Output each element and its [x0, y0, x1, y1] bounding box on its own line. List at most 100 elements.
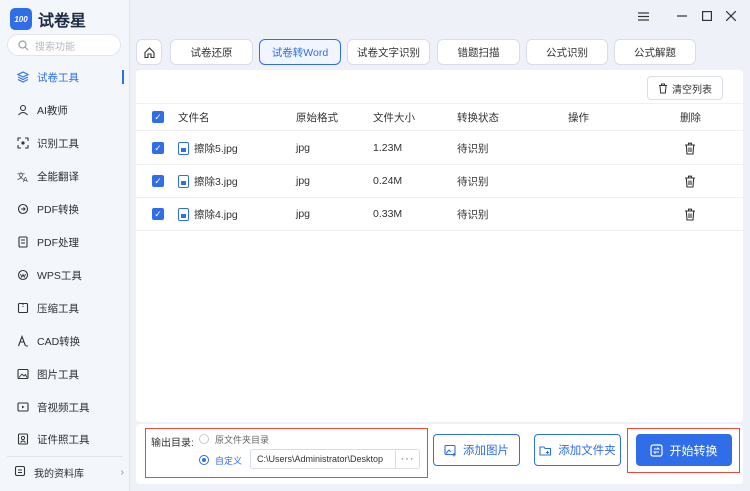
file-name: 擦除5.jpg — [194, 142, 238, 155]
menu-icon[interactable] — [633, 8, 653, 24]
radio-source-folder-label: 原文件夹目录 — [215, 435, 270, 445]
sidebar-item-label: CAD转换 — [37, 335, 81, 348]
chevron-right-icon: › — [120, 467, 124, 478]
sidebar-item-id-photo[interactable]: 证件照工具 — [0, 424, 130, 454]
header-status: 转换状态 — [457, 111, 499, 124]
library-icon — [14, 465, 26, 480]
file-name: 擦除4.jpg — [194, 208, 238, 221]
add-folder-icon — [539, 445, 552, 456]
add-folder-label: 添加文件夹 — [558, 445, 616, 457]
table-row: ✓ 擦除3.jpg jpg 0.24M 待识别 — [136, 165, 743, 198]
header-action: 操作 — [568, 111, 589, 124]
layers-icon — [17, 71, 29, 83]
wps-icon — [17, 269, 29, 281]
header-delete: 删除 — [680, 111, 701, 124]
radio-source-folder[interactable] — [199, 434, 209, 444]
sidebar-item-image[interactable]: 图片工具 — [0, 359, 130, 389]
ai-teacher-icon — [17, 104, 29, 116]
sidebar-item-cad[interactable]: CAD转换 — [0, 326, 130, 356]
file-format: jpg — [296, 142, 311, 154]
start-convert-label: 开始转换 — [669, 443, 718, 458]
sidebar-item-label: 音视频工具 — [37, 401, 90, 414]
convert-icon — [650, 443, 664, 457]
sidebar-item-label: 识别工具 — [37, 137, 79, 150]
home-icon — [143, 46, 155, 58]
app-name: 试卷星 — [38, 13, 87, 30]
table-row: ✓ 擦除5.jpg jpg 1.23M 待识别 — [136, 132, 743, 165]
sidebar-item-wps[interactable]: WPS工具 — [0, 260, 130, 290]
sidebar-item-exam-tools[interactable]: 试卷工具 — [0, 62, 130, 92]
translate-icon: 文A — [17, 170, 29, 182]
file-status: 待识别 — [457, 142, 489, 155]
sidebar-item-label: 试卷工具 — [37, 71, 79, 84]
add-image-button[interactable]: 添加图片 — [433, 434, 520, 466]
table-row: ✓ 擦除4.jpg jpg 0.33M 待识别 — [136, 198, 743, 231]
delete-row-button[interactable] — [684, 198, 696, 230]
add-folder-button[interactable]: 添加文件夹 — [534, 434, 621, 466]
sidebar-item-pdf-process[interactable]: PDF处理 — [0, 227, 130, 257]
pdf-process-icon — [17, 236, 29, 248]
file-status: 待识别 — [457, 208, 489, 221]
tab-error-scan[interactable]: 错题扫描 — [437, 39, 520, 65]
search-icon — [18, 39, 29, 50]
delete-row-button[interactable] — [684, 132, 696, 164]
image-file-icon — [178, 207, 189, 221]
my-library-link[interactable]: 我的资料库 › — [14, 465, 124, 480]
search-placeholder: 搜索功能 — [35, 41, 75, 53]
row-checkbox[interactable]: ✓ — [152, 175, 164, 187]
id-photo-icon — [17, 433, 29, 445]
radio-custom-label: 自定义 — [215, 456, 243, 466]
file-size: 1.23M — [373, 142, 403, 154]
tab-formula-solve[interactable]: 公式解题 — [614, 39, 696, 65]
radio-custom[interactable] — [199, 455, 209, 465]
logo-badge-icon: 100 — [10, 8, 32, 30]
tab-exam-restore[interactable]: 试卷还原 — [170, 39, 253, 65]
sidebar-item-label: 压缩工具 — [37, 302, 79, 315]
sidebar-item-label: PDF处理 — [37, 236, 79, 249]
add-image-icon — [444, 444, 456, 456]
tab-exam-to-word[interactable]: 试卷转Word — [259, 39, 341, 65]
sidebar-item-pdf-convert[interactable]: PDF转换 — [0, 194, 130, 224]
delete-row-button[interactable] — [684, 165, 696, 197]
output-dir-label: 输出目录: — [151, 438, 194, 449]
add-image-label: 添加图片 — [463, 445, 509, 457]
sidebar-item-compress[interactable]: 压缩工具 — [0, 293, 130, 323]
header-filename: 文件名 — [178, 111, 210, 124]
file-size: 0.33M — [373, 208, 403, 220]
image-file-icon — [178, 141, 189, 155]
sidebar-item-media[interactable]: 音视频工具 — [0, 392, 130, 422]
cad-icon — [17, 335, 29, 347]
tab-exam-ocr[interactable]: 试卷文字识别 — [347, 39, 430, 65]
search-input[interactable]: 搜索功能 — [7, 34, 121, 56]
close-icon[interactable] — [721, 8, 741, 24]
row-checkbox[interactable]: ✓ — [152, 208, 164, 220]
library-label: 我的资料库 — [34, 469, 84, 480]
scan-icon — [17, 137, 29, 149]
sidebar-item-recognition[interactable]: 识别工具 — [0, 128, 130, 158]
file-format: jpg — [296, 208, 311, 220]
pdf-convert-icon — [17, 203, 29, 215]
file-status: 待识别 — [457, 175, 489, 188]
header-size: 文件大小 — [373, 111, 415, 124]
maximize-icon[interactable] — [697, 8, 717, 24]
header-format: 原始格式 — [296, 111, 338, 124]
output-path-field[interactable]: C:\Users\Administrator\Desktop ··· — [250, 449, 420, 469]
clear-list-label: 清空列表 — [672, 84, 712, 96]
sidebar-item-ai-teacher[interactable]: AI教师 — [0, 95, 130, 125]
clear-list-button[interactable]: 清空列表 — [647, 76, 723, 100]
tab-formula-ocr[interactable]: 公式识别 — [526, 39, 608, 65]
sidebar-divider — [7, 456, 123, 457]
start-convert-button[interactable]: 开始转换 — [636, 434, 732, 466]
file-list-panel: 清空列表 ✓ 文件名 原始格式 文件大小 转换状态 操作 删除 ✓ 擦除5.jp… — [136, 70, 743, 422]
select-all-checkbox[interactable]: ✓ — [152, 111, 164, 123]
output-path-value: C:\Users\Administrator\Desktop — [257, 454, 384, 464]
browse-button[interactable]: ··· — [395, 450, 419, 468]
sidebar-item-translate[interactable]: 文A 全能翻译 — [0, 161, 130, 191]
home-button[interactable] — [136, 39, 162, 65]
row-checkbox[interactable]: ✓ — [152, 142, 164, 154]
image-file-icon — [178, 174, 189, 188]
sidebar-item-label: PDF转换 — [37, 203, 79, 216]
sidebar-item-label: AI教师 — [37, 104, 68, 117]
minimize-icon[interactable] — [672, 8, 692, 24]
trash-icon — [659, 83, 667, 93]
